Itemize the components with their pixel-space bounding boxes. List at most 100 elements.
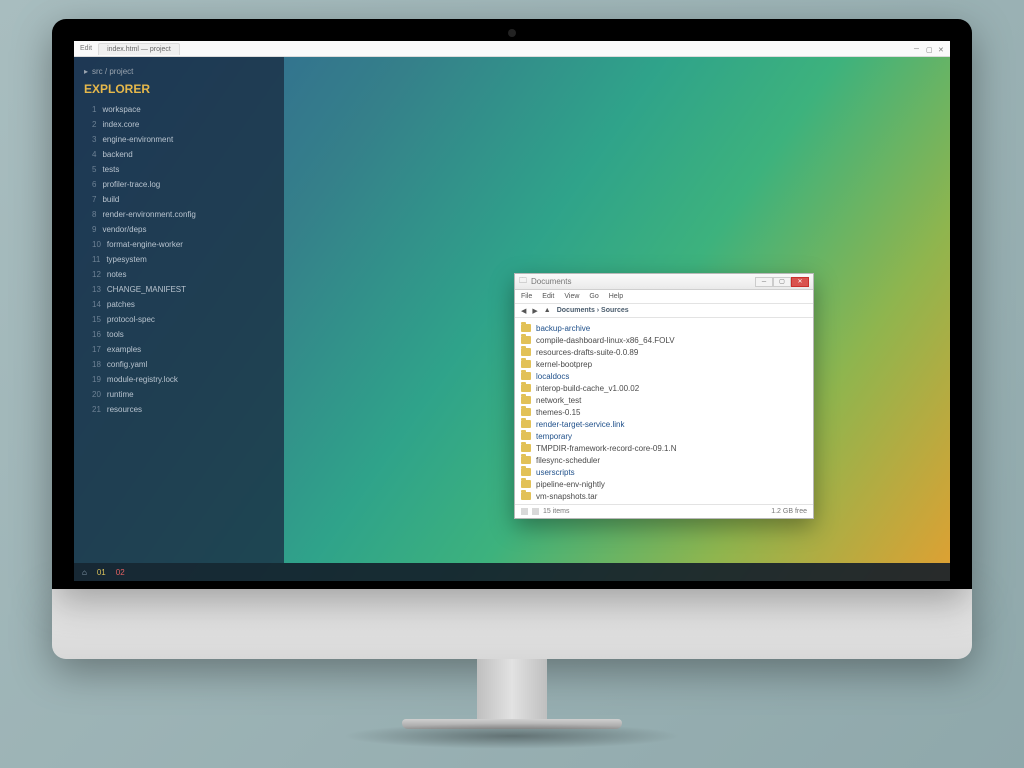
sidebar-item[interactable]: 11typesystem <box>74 252 284 267</box>
line-number: 17 <box>92 345 101 354</box>
sidebar-item-label: config.yaml <box>107 360 147 369</box>
file-explorer-window[interactable]: 🗀 Documents ─ ▢ ✕ File Edit View Go Help <box>514 273 814 519</box>
sidebar-item-label: engine-environment <box>102 135 173 144</box>
file-list-item[interactable]: render-target-service.link <box>521 418 807 430</box>
line-number: 2 <box>92 120 96 129</box>
sidebar-item[interactable]: 5 tests <box>74 162 284 177</box>
close-button[interactable]: ✕ <box>791 277 809 287</box>
line-number: 7 <box>92 195 96 204</box>
line-number: 12 <box>92 270 101 279</box>
file-name: TMPDIR-framework-record-core-09.1.N <box>536 444 676 453</box>
sidebar-item-label: profiler-trace.log <box>102 180 160 189</box>
file-list-item[interactable]: vm-snapshots.tar <box>521 490 807 502</box>
file-name: render-target-service.link <box>536 420 624 429</box>
file-list-item[interactable]: temporary <box>521 430 807 442</box>
file-name: pipeline-env-nightly <box>536 480 605 489</box>
active-tab[interactable]: index.html — project <box>98 43 180 55</box>
line-number: 21 <box>92 405 101 414</box>
line-number: 16 <box>92 330 101 339</box>
sidebar-item-label: tools <box>107 330 124 339</box>
file-list-item[interactable]: pipeline-env-nightly <box>521 478 807 490</box>
menu-view[interactable]: View <box>564 293 579 300</box>
file-list-item[interactable]: interop-build-cache_v1.00.02 <box>521 382 807 394</box>
menu-edit[interactable]: Edit <box>542 293 554 300</box>
breadcrumb-text: src / project <box>92 67 133 76</box>
line-number: 15 <box>92 315 101 324</box>
sidebar-item[interactable]: 18 config.yaml <box>74 357 284 372</box>
sidebar-item[interactable]: 3engine-environment <box>74 132 284 147</box>
sidebar-item-label: typesystem <box>106 255 146 264</box>
folder-icon <box>521 408 531 416</box>
maximize-button[interactable]: ▢ <box>773 277 791 287</box>
explorer-toolbar: ◀ ▶ ▲ Documents › Sources <box>515 304 813 318</box>
folder-icon <box>521 456 531 464</box>
menu-file[interactable]: File <box>521 293 532 300</box>
sidebar-item-label: resources <box>107 405 142 414</box>
sidebar-item-label: protocol-spec <box>107 315 155 324</box>
file-list-item[interactable]: TMPDIR-framework-record-core-09.1.N <box>521 442 807 454</box>
sidebar-item[interactable]: 7build <box>74 192 284 207</box>
line-number: 10 <box>92 240 101 249</box>
monitor-stand-neck <box>477 659 547 719</box>
maximize-icon[interactable]: ▢ <box>926 46 932 52</box>
sidebar-item[interactable]: 13CHANGE_MANIFEST <box>74 282 284 297</box>
sidebar-item-label: tests <box>102 165 119 174</box>
explorer-statusbar: 15 items 1.2 GB free <box>515 504 813 518</box>
line-number: 6 <box>92 180 96 189</box>
close-icon[interactable]: ✕ <box>938 46 944 52</box>
file-list-item[interactable]: themes-0.15 <box>521 406 807 418</box>
file-list-item[interactable]: userscripts <box>521 466 807 478</box>
monitor-bezel: Edit index.html — project ─ ▢ ✕ ▸ src / … <box>52 19 972 589</box>
folder-icon <box>521 372 531 380</box>
minimize-icon[interactable]: ─ <box>914 46 920 52</box>
sidebar-item[interactable]: 10format-engine-worker <box>74 237 284 252</box>
sidebar-item-label: vendor/deps <box>102 225 146 234</box>
file-name: resources-drafts-suite-0.0.89 <box>536 348 638 357</box>
nav-back-button[interactable]: ◀ <box>521 307 526 315</box>
sidebar-item[interactable]: 1workspace <box>74 102 284 117</box>
sidebar-item[interactable]: 16 tools <box>74 327 284 342</box>
sidebar-item[interactable]: 14patches <box>74 297 284 312</box>
file-name: compile-dashboard-linux-x86_64.FOLV <box>536 336 675 345</box>
menu-help[interactable]: Help <box>609 293 623 300</box>
sidebar-item[interactable]: 21 resources <box>74 402 284 417</box>
file-list-item[interactable]: filesync-scheduler <box>521 454 807 466</box>
sidebar-item[interactable]: 9vendor/deps <box>74 222 284 237</box>
folder-icon: 🗀 <box>519 275 527 289</box>
file-list-item[interactable]: resources-drafts-suite-0.0.89 <box>521 346 807 358</box>
nav-forward-button[interactable]: ▶ <box>532 307 537 315</box>
sidebar-item[interactable]: 2index.core <box>74 117 284 132</box>
minimize-button[interactable]: ─ <box>755 277 773 287</box>
sidebar-item[interactable]: 17examples <box>74 342 284 357</box>
file-list-item[interactable]: compile-dashboard-linux-x86_64.FOLV <box>521 334 807 346</box>
menu-go[interactable]: Go <box>589 293 598 300</box>
sidebar-item[interactable]: 12notes <box>74 267 284 282</box>
file-list-item[interactable]: localdocs <box>521 370 807 382</box>
sidebar-item[interactable]: 6 profiler-trace.log <box>74 177 284 192</box>
line-number: 1 <box>92 105 96 114</box>
folder-icon <box>521 420 531 428</box>
folder-icon <box>521 444 531 452</box>
file-list-item[interactable]: kernel-bootprep <box>521 358 807 370</box>
sidebar-item[interactable]: 15 protocol-spec <box>74 312 284 327</box>
taskbar-workspace-1[interactable]: 01 <box>97 568 106 577</box>
line-number: 18 <box>92 360 101 369</box>
view-icons-button[interactable] <box>521 508 528 515</box>
explorer-titlebar[interactable]: 🗀 Documents ─ ▢ ✕ <box>515 274 813 290</box>
nav-up-button[interactable]: ▲ <box>544 307 551 314</box>
file-list-item[interactable]: backup-archive <box>521 322 807 334</box>
line-number: 5 <box>92 165 96 174</box>
sidebar-item[interactable]: 19module-registry.lock <box>74 372 284 387</box>
line-number: 19 <box>92 375 101 384</box>
taskbar-workspace-2[interactable]: 02 <box>116 568 125 577</box>
app-hint: Edit <box>80 45 92 52</box>
file-list-item[interactable]: network_test <box>521 394 807 406</box>
sidebar-item[interactable]: 4backend <box>74 147 284 162</box>
view-list-button[interactable] <box>532 508 539 515</box>
explorer-file-list[interactable]: backup-archive compile-dashboard-linux-x8… <box>515 318 813 504</box>
sidebar-item[interactable]: 8render-environment.config <box>74 207 284 222</box>
desktop-taskbar: ⌂ 01 02 <box>74 563 950 581</box>
taskbar-home[interactable]: ⌂ <box>82 568 87 577</box>
sidebar-item[interactable]: 20runtime <box>74 387 284 402</box>
status-freespace: 1.2 GB free <box>771 508 807 515</box>
